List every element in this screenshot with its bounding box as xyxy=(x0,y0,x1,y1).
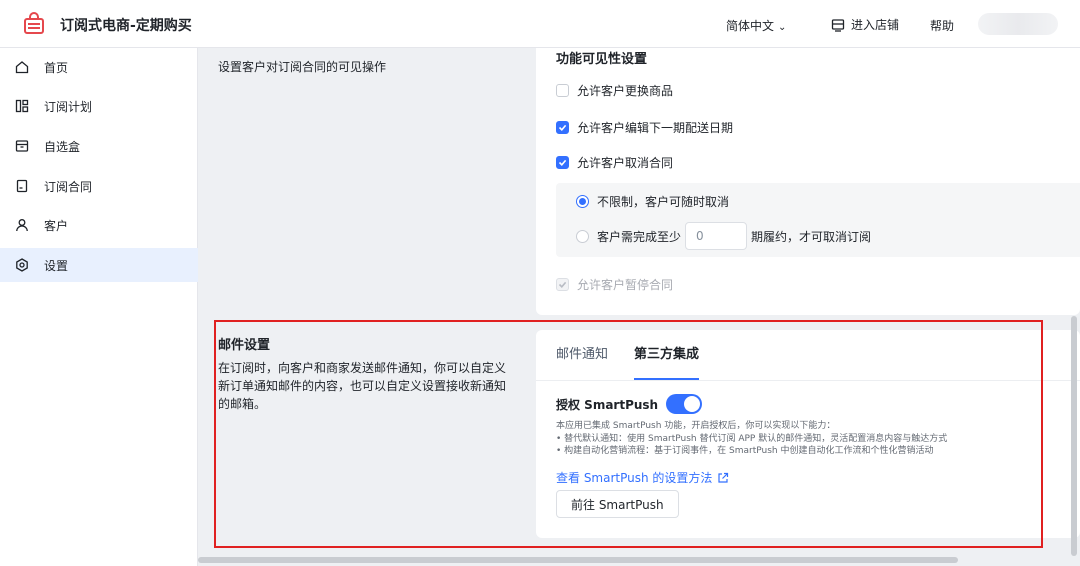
option-label: 允许客户更换商品 xyxy=(577,84,674,98)
vertical-scrollbar[interactable] xyxy=(1071,316,1077,556)
smartpush-auth-toggle[interactable] xyxy=(666,394,703,414)
tabs-divider xyxy=(536,380,1080,381)
enter-store-label: 进入店铺 xyxy=(851,18,900,32)
sidebar-item-label: 客户 xyxy=(44,218,69,233)
checkbox-disabled-checked-icon xyxy=(556,278,569,291)
smartpush-info: 本应用已集成 SmartPush 功能，开启授权后，你可以实现以下能力： • 替… xyxy=(556,420,947,458)
email-tabs: 邮件通知 第三方集成 xyxy=(556,330,700,380)
min-periods-input[interactable]: 0 xyxy=(685,222,748,250)
checkbox-checked-icon[interactable] xyxy=(556,121,569,134)
enter-store-link[interactable]: 进入店铺 xyxy=(831,16,899,33)
radio-unselected-icon[interactable] xyxy=(576,229,589,243)
option-label: 允许客户取消合同 xyxy=(577,156,674,170)
sidebar-item-label: 首页 xyxy=(44,60,69,75)
sidebar-item-label: 自选盒 xyxy=(44,139,81,154)
checkbox-unchecked-icon[interactable] xyxy=(556,84,569,97)
tab-third-party-integration[interactable]: 第三方集成 xyxy=(634,330,700,380)
option-label: 允许客户编辑下一期配送日期 xyxy=(577,121,734,135)
radio-min-fulfillment[interactable]: 客户需完成至少 0 期履约，才可取消订阅 xyxy=(576,222,871,250)
tab-email-notification[interactable]: 邮件通知 xyxy=(556,330,608,380)
email-settings-title: 邮件设置 xyxy=(218,338,271,353)
settings-icon xyxy=(14,257,30,273)
plan-icon xyxy=(14,98,30,114)
help-link[interactable]: 帮助 xyxy=(930,17,954,34)
box-icon xyxy=(14,138,30,154)
smartpush-setup-link[interactable]: 查看 SmartPush 的设置方法 xyxy=(556,469,729,486)
sidebar-item-plans[interactable]: 订阅计划 xyxy=(0,89,198,123)
checkbox-checked-icon[interactable] xyxy=(556,156,569,169)
sidebar-item-contracts[interactable]: 订阅合同 xyxy=(0,169,198,203)
radio-label-prefix: 客户需完成至少 xyxy=(597,229,682,244)
radio-label-suffix: 期履约，才可取消订阅 xyxy=(751,229,872,244)
email-settings-card: 邮件通知 第三方集成 授权 SmartPush 本应用已集成 SmartPush… xyxy=(536,330,1080,538)
home-icon xyxy=(14,59,30,75)
chevron-down-icon: ⌄ xyxy=(778,22,787,33)
store-icon xyxy=(831,18,845,32)
radio-selected-icon[interactable] xyxy=(576,195,589,208)
option-change-products[interactable]: 允许客户更换商品 xyxy=(556,82,673,99)
cancel-rules-panel: 不限制，客户可随时取消 客户需完成至少 0 期履约，才可取消订阅 xyxy=(556,183,1080,257)
top-header: 订阅式电商-定期购买 简体中文 ⌄ 进入店铺 帮助 xyxy=(0,0,1080,48)
visibility-settings-card: 功能可见性设置 允许客户更换商品 允许客户编辑下一期配送日期 允许客户取消合同 … xyxy=(536,48,1080,315)
visibility-section-description: 设置客户对订阅合同的可见操作 xyxy=(218,60,387,74)
horizontal-scrollbar[interactable] xyxy=(198,557,958,563)
radio-label: 不限制，客户可随时取消 xyxy=(597,195,730,209)
sidebar-item-label: 设置 xyxy=(44,258,69,273)
shop-logo-icon xyxy=(24,12,44,34)
sidebar-item-box[interactable]: 自选盒 xyxy=(0,129,198,163)
info-line: • 替代默认通知：使用 SmartPush 替代订阅 APP 默认的邮件通知，灵… xyxy=(556,433,948,444)
option-cancel-contract[interactable]: 允许客户取消合同 xyxy=(556,154,673,171)
smartpush-auth-row: 授权 SmartPush xyxy=(556,394,703,414)
language-label: 简体中文 xyxy=(726,19,775,33)
radio-unlimited-cancel[interactable]: 不限制，客户可随时取消 xyxy=(576,193,729,210)
option-edit-delivery-date[interactable]: 允许客户编辑下一期配送日期 xyxy=(556,119,733,136)
visibility-title: 功能可见性设置 xyxy=(556,52,648,67)
sidebar-item-label: 订阅合同 xyxy=(44,179,93,194)
main-content: 设置客户对订阅合同的可见操作 功能可见性设置 允许客户更换商品 允许客户编辑下一… xyxy=(198,48,1080,566)
sidebar-item-label: 订阅计划 xyxy=(44,99,93,114)
account-avatar[interactable] xyxy=(978,13,1058,35)
goto-smartpush-button[interactable]: 前往 SmartPush xyxy=(556,490,679,518)
option-pause-contract: 允许客户暂停合同 xyxy=(556,276,673,293)
app-title: 订阅式电商-定期购买 xyxy=(60,18,192,34)
sidebar-item-home[interactable]: 首页 xyxy=(0,50,198,84)
external-link-icon xyxy=(718,472,729,483)
info-line: • 构建自动化营销流程：基于订阅事件，在 SmartPush 中创建自动化工作流… xyxy=(556,446,934,456)
option-label: 允许客户暂停合同 xyxy=(577,278,674,292)
language-selector[interactable]: 简体中文 ⌄ xyxy=(726,17,786,34)
sidebar-item-customers[interactable]: 客户 xyxy=(0,208,198,242)
info-line: 本应用已集成 SmartPush 功能，开启授权后，你可以实现以下能力： xyxy=(556,421,836,431)
contract-icon xyxy=(14,178,30,194)
email-settings-description: 在订阅时，向客户和商家发送邮件通知，你可以自定义新订单通知邮件的内容，也可以自定… xyxy=(218,361,507,411)
sidebar: 首页 订阅计划 自选盒 订阅合同 客户 设置 xyxy=(0,48,198,566)
smartpush-auth-label: 授权 SmartPush xyxy=(556,397,659,412)
user-icon xyxy=(14,217,30,233)
link-label: 查看 SmartPush 的设置方法 xyxy=(556,471,713,485)
sidebar-item-settings[interactable]: 设置 xyxy=(0,248,198,282)
